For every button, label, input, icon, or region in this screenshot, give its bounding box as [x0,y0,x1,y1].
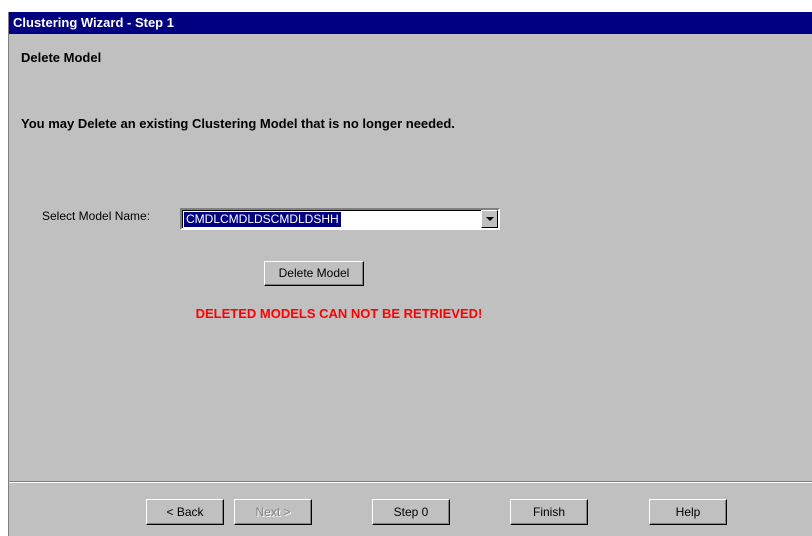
delete-model-button[interactable]: Delete Model [264,261,364,286]
warning-message: DELETED MODELS CAN NOT BE RETRIEVED! [195,306,483,321]
select-model-label: Select Model Name: [42,209,151,223]
selected-model-value: CMDLCMDLDSCMDLDSHH [184,212,341,227]
step-0-button[interactable]: Step 0 [372,499,450,525]
step-heading: Delete Model [21,50,102,65]
wizard-window: Clustering Wizard - Step 1 Delete Model … [8,12,812,536]
footer-separator [9,481,812,483]
next-button[interactable]: Next > [234,499,312,525]
model-name-select[interactable]: CMDLCMDLDSCMDLDSHH [180,208,500,230]
finish-button[interactable]: Finish [510,499,588,525]
back-button[interactable]: < Back [146,499,224,525]
step-description: You may Delete an existing Clustering Mo… [21,116,455,131]
window-title: Clustering Wizard - Step 1 [9,12,812,34]
chevron-down-icon[interactable] [481,210,498,228]
help-button[interactable]: Help [649,499,727,525]
